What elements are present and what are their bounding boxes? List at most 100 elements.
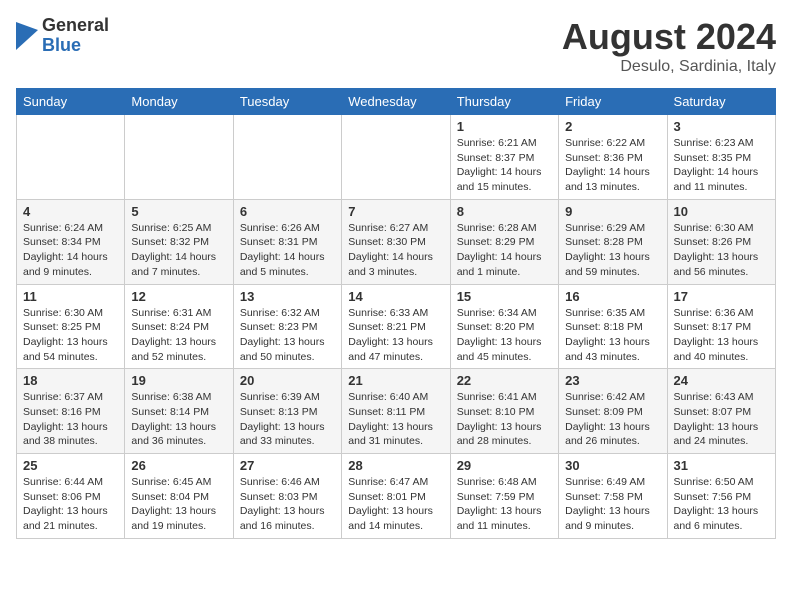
page-header: General Blue August 2024 Desulo, Sardini… — [16, 16, 776, 76]
day-number: 17 — [674, 289, 769, 304]
day-number: 26 — [131, 458, 226, 473]
location: Desulo, Sardinia, Italy — [562, 58, 776, 76]
day-number: 4 — [23, 204, 118, 219]
day-number: 28 — [348, 458, 443, 473]
calendar-week-row: 11Sunrise: 6:30 AMSunset: 8:25 PMDayligh… — [17, 284, 776, 369]
calendar-cell: 5 Sunrise: 6:25 AMSunset: 8:32 PMDaylight… — [125, 199, 233, 284]
day-number: 22 — [457, 373, 552, 388]
calendar-cell: 8Sunrise: 6:28 AMSunset: 8:29 PMDaylight… — [450, 199, 558, 284]
calendar-cell: 11Sunrise: 6:30 AMSunset: 8:25 PMDayligh… — [17, 284, 125, 369]
calendar-cell: 19 Sunrise: 6:38 AMSunset: 8:14 PMDayligh… — [125, 369, 233, 454]
calendar-table: SundayMondayTuesdayWednesdayThursdayFrid… — [16, 88, 776, 539]
calendar-cell: 17 Sunrise: 6:36 AMSunset: 8:17 PMDayligh… — [667, 284, 775, 369]
day-info: Sunrise: 6:44 AMSunset: 8:06 PMDaylight:… — [23, 475, 118, 534]
day-info: Sunrise: 6:34 AMSunset: 8:20 PMDaylight:… — [457, 306, 552, 365]
calendar-cell — [342, 115, 450, 200]
month-year: August 2024 — [562, 16, 776, 58]
day-info: Sunrise: 6:47 AMSunset: 8:01 PMDaylight:… — [348, 475, 443, 534]
day-number: 16 — [565, 289, 660, 304]
calendar-cell: 3 Sunrise: 6:23 AMSunset: 8:35 PMDaylight… — [667, 115, 775, 200]
day-number: 31 — [674, 458, 769, 473]
calendar-cell: 15Sunrise: 6:34 AMSunset: 8:20 PMDayligh… — [450, 284, 558, 369]
calendar-cell — [125, 115, 233, 200]
day-of-week-header: Thursday — [450, 89, 558, 115]
calendar-cell: 30Sunrise: 6:49 AMSunset: 7:58 PMDayligh… — [559, 454, 667, 539]
day-info: Sunrise: 6:22 AMSunset: 8:36 PMDaylight:… — [565, 136, 660, 195]
day-number: 13 — [240, 289, 335, 304]
day-info: Sunrise: 6:42 AMSunset: 8:09 PMDaylight:… — [565, 390, 660, 449]
day-info: Sunrise: 6:48 AMSunset: 7:59 PMDaylight:… — [457, 475, 552, 534]
day-info: Sunrise: 6:35 AMSunset: 8:18 PMDaylight:… — [565, 306, 660, 365]
calendar-cell: 13 Sunrise: 6:32 AMSunset: 8:23 PMDayligh… — [233, 284, 341, 369]
day-number: 20 — [240, 373, 335, 388]
day-number: 12 — [131, 289, 226, 304]
calendar-cell: 6 Sunrise: 6:26 AMSunset: 8:31 PMDaylight… — [233, 199, 341, 284]
calendar-cell: 10 Sunrise: 6:30 AMSunset: 8:26 PMDayligh… — [667, 199, 775, 284]
day-info: Sunrise: 6:50 AMSunset: 7:56 PMDaylight:… — [674, 475, 769, 534]
day-of-week-header: Monday — [125, 89, 233, 115]
header-row: SundayMondayTuesdayWednesdayThursdayFrid… — [17, 89, 776, 115]
calendar-cell: 24Sunrise: 6:43 AMSunset: 8:07 PMDayligh… — [667, 369, 775, 454]
day-info: Sunrise: 6:24 AMSunset: 8:34 PMDaylight:… — [23, 221, 118, 280]
day-number: 9 — [565, 204, 660, 219]
calendar-cell: 28 Sunrise: 6:47 AMSunset: 8:01 PMDayligh… — [342, 454, 450, 539]
day-info: Sunrise: 6:40 AMSunset: 8:11 PMDaylight:… — [348, 390, 443, 449]
day-number: 5 — [131, 204, 226, 219]
calendar-week-row: 4 Sunrise: 6:24 AMSunset: 8:34 PMDaylight… — [17, 199, 776, 284]
day-number: 25 — [23, 458, 118, 473]
day-info: Sunrise: 6:43 AMSunset: 8:07 PMDaylight:… — [674, 390, 769, 449]
calendar-cell — [17, 115, 125, 200]
day-info: Sunrise: 6:41 AMSunset: 8:10 PMDaylight:… — [457, 390, 552, 449]
calendar-week-row: 25 Sunrise: 6:44 AMSunset: 8:06 PMDayligh… — [17, 454, 776, 539]
day-info: Sunrise: 6:27 AMSunset: 8:30 PMDaylight:… — [348, 221, 443, 280]
logo-icon — [16, 22, 38, 50]
day-info: Sunrise: 6:31 AMSunset: 8:24 PMDaylight:… — [131, 306, 226, 365]
calendar-week-row: 18 Sunrise: 6:37 AMSunset: 8:16 PMDayligh… — [17, 369, 776, 454]
day-number: 27 — [240, 458, 335, 473]
day-info: Sunrise: 6:32 AMSunset: 8:23 PMDaylight:… — [240, 306, 335, 365]
day-info: Sunrise: 6:21 AMSunset: 8:37 PMDaylight:… — [457, 136, 552, 195]
calendar-cell: 26 Sunrise: 6:45 AMSunset: 8:04 PMDayligh… — [125, 454, 233, 539]
day-of-week-header: Wednesday — [342, 89, 450, 115]
day-number: 19 — [131, 373, 226, 388]
calendar-cell: 21 Sunrise: 6:40 AMSunset: 8:11 PMDayligh… — [342, 369, 450, 454]
day-number: 18 — [23, 373, 118, 388]
calendar-cell: 25 Sunrise: 6:44 AMSunset: 8:06 PMDayligh… — [17, 454, 125, 539]
day-info: Sunrise: 6:36 AMSunset: 8:17 PMDaylight:… — [674, 306, 769, 365]
day-number: 21 — [348, 373, 443, 388]
day-info: Sunrise: 6:39 AMSunset: 8:13 PMDaylight:… — [240, 390, 335, 449]
calendar-cell: 23Sunrise: 6:42 AMSunset: 8:09 PMDayligh… — [559, 369, 667, 454]
calendar-cell: 20 Sunrise: 6:39 AMSunset: 8:13 PMDayligh… — [233, 369, 341, 454]
day-info: Sunrise: 6:37 AMSunset: 8:16 PMDaylight:… — [23, 390, 118, 449]
calendar-cell — [233, 115, 341, 200]
calendar-cell: 29 Sunrise: 6:48 AMSunset: 7:59 PMDayligh… — [450, 454, 558, 539]
calendar-cell: 27Sunrise: 6:46 AMSunset: 8:03 PMDayligh… — [233, 454, 341, 539]
calendar-cell: 1 Sunrise: 6:21 AMSunset: 8:37 PMDaylight… — [450, 115, 558, 200]
calendar-week-row: 1 Sunrise: 6:21 AMSunset: 8:37 PMDaylight… — [17, 115, 776, 200]
calendar-cell: 18 Sunrise: 6:37 AMSunset: 8:16 PMDayligh… — [17, 369, 125, 454]
day-info: Sunrise: 6:38 AMSunset: 8:14 PMDaylight:… — [131, 390, 226, 449]
day-number: 1 — [457, 119, 552, 134]
day-number: 7 — [348, 204, 443, 219]
day-number: 3 — [674, 119, 769, 134]
calendar-cell: 31 Sunrise: 6:50 AMSunset: 7:56 PMDayligh… — [667, 454, 775, 539]
day-info: Sunrise: 6:23 AMSunset: 8:35 PMDaylight:… — [674, 136, 769, 195]
calendar-cell: 9 Sunrise: 6:29 AMSunset: 8:28 PMDaylight… — [559, 199, 667, 284]
day-of-week-header: Saturday — [667, 89, 775, 115]
day-info: Sunrise: 6:45 AMSunset: 8:04 PMDaylight:… — [131, 475, 226, 534]
day-info: Sunrise: 6:26 AMSunset: 8:31 PMDaylight:… — [240, 221, 335, 280]
calendar-cell: 14Sunrise: 6:33 AMSunset: 8:21 PMDayligh… — [342, 284, 450, 369]
day-info: Sunrise: 6:30 AMSunset: 8:26 PMDaylight:… — [674, 221, 769, 280]
day-info: Sunrise: 6:28 AMSunset: 8:29 PMDaylight:… — [457, 221, 552, 280]
calendar-body: 1 Sunrise: 6:21 AMSunset: 8:37 PMDaylight… — [17, 115, 776, 539]
day-info: Sunrise: 6:33 AMSunset: 8:21 PMDaylight:… — [348, 306, 443, 365]
calendar-cell: 4 Sunrise: 6:24 AMSunset: 8:34 PMDaylight… — [17, 199, 125, 284]
day-number: 6 — [240, 204, 335, 219]
day-number: 29 — [457, 458, 552, 473]
calendar-cell: 7 Sunrise: 6:27 AMSunset: 8:30 PMDaylight… — [342, 199, 450, 284]
day-info: Sunrise: 6:29 AMSunset: 8:28 PMDaylight:… — [565, 221, 660, 280]
day-info: Sunrise: 6:25 AMSunset: 8:32 PMDaylight:… — [131, 221, 226, 280]
calendar-cell: 12 Sunrise: 6:31 AMSunset: 8:24 PMDayligh… — [125, 284, 233, 369]
day-number: 10 — [674, 204, 769, 219]
day-info: Sunrise: 6:49 AMSunset: 7:58 PMDaylight:… — [565, 475, 660, 534]
